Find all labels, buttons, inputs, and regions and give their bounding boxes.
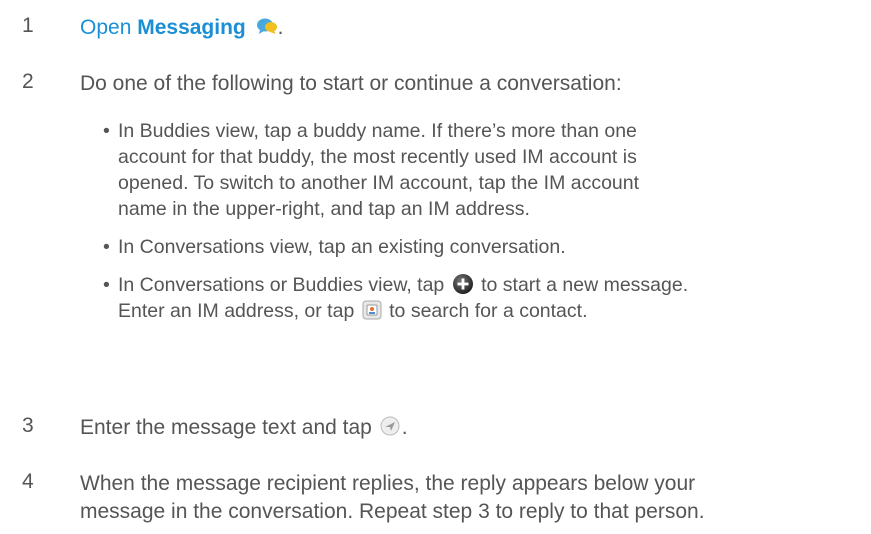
bullet-text: to search for a contact. bbox=[389, 300, 588, 322]
bullet-line: opened. To switch to another IM account,… bbox=[118, 172, 640, 194]
step-line: message in the conversation. Repeat step… bbox=[80, 500, 705, 523]
step-number: 2 bbox=[22, 70, 34, 93]
messaging-app-icon bbox=[256, 18, 277, 35]
list-item: In Conversations view, tap an existing c… bbox=[103, 234, 823, 260]
bullet-text: to start a new message. bbox=[481, 274, 689, 296]
step-text-part: . bbox=[401, 416, 408, 439]
bullet-text: Enter an IM address, or tap bbox=[118, 300, 355, 322]
list-item: In Conversations or Buddies view, tap to… bbox=[103, 272, 823, 324]
bullet-line: account for that buddy, the most recentl… bbox=[118, 146, 637, 168]
link-prefix: Open bbox=[80, 16, 132, 39]
new-message-icon bbox=[452, 273, 473, 294]
step-number: 1 bbox=[22, 14, 34, 37]
send-icon bbox=[380, 416, 400, 436]
step-text: When the message recipient replies, the … bbox=[80, 470, 831, 526]
messaging-app-name: Messaging bbox=[137, 16, 246, 39]
step-text: Open Messaging . bbox=[80, 14, 831, 42]
bullet-list: In Buddies view, tap a buddy name. If th… bbox=[103, 118, 823, 336]
step-suffix: . bbox=[277, 16, 284, 39]
bullet-line: In Conversations view, tap an existing c… bbox=[118, 236, 566, 258]
open-messaging-link[interactable]: Open Messaging bbox=[80, 16, 246, 39]
bullet-line: In Buddies view, tap a buddy name. If th… bbox=[118, 120, 637, 142]
bullet-text: In Conversations or Buddies view, tap bbox=[118, 274, 445, 296]
step-number: 4 bbox=[22, 470, 34, 493]
list-item: In Buddies view, tap a buddy name. If th… bbox=[103, 118, 823, 222]
contacts-icon bbox=[362, 300, 382, 320]
step-number: 3 bbox=[22, 414, 34, 437]
step-text: Do one of the following to start or cont… bbox=[80, 72, 622, 95]
step-text: Enter the message text and tap . bbox=[80, 414, 831, 442]
bullet-line: name in the upper-right, and tap an IM a… bbox=[118, 198, 530, 220]
step-text-part: Enter the message text and tap bbox=[80, 416, 372, 439]
step-line: When the message recipient replies, the … bbox=[80, 472, 696, 495]
